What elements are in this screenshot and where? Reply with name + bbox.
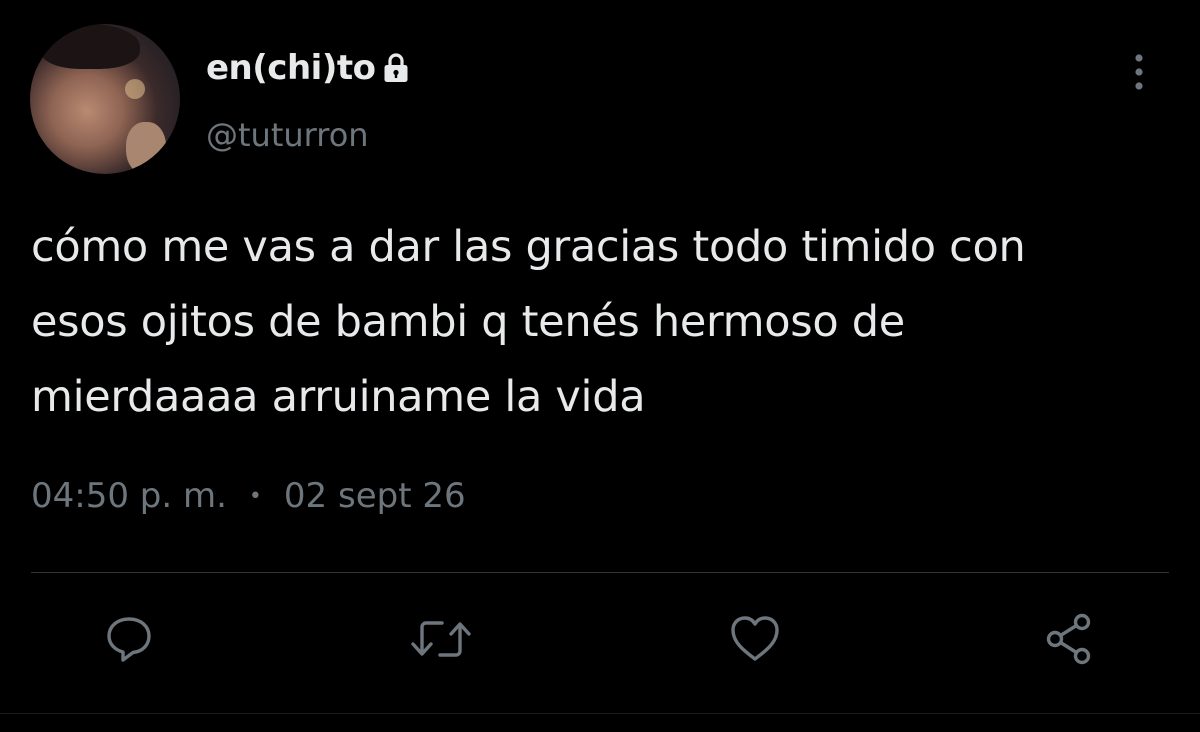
like-button[interactable]	[720, 606, 790, 676]
avatar-hair	[40, 24, 140, 69]
tweet-time[interactable]: 04:50 p. m.	[31, 476, 227, 516]
share-button[interactable]	[1034, 606, 1104, 676]
reply-button[interactable]	[94, 606, 164, 676]
bottom-divider	[0, 713, 1200, 714]
meta-separator: •	[248, 483, 262, 509]
tweet-card: en(chi)to @tuturron cómo me vas a dar la…	[0, 0, 1200, 732]
avatar-light	[125, 79, 145, 99]
divider	[31, 572, 1169, 573]
action-bar	[0, 606, 1200, 676]
avatar[interactable]	[30, 24, 180, 174]
tweet-text: cómo me vas a dar las gracias todo timid…	[31, 210, 1171, 435]
more-vertical-icon[interactable]	[1132, 52, 1146, 92]
display-name[interactable]: en(chi)to	[206, 48, 376, 88]
heart-icon	[727, 613, 783, 669]
tweet-date[interactable]: 02 sept 26	[284, 476, 466, 516]
user-handle[interactable]: @tuturron	[206, 116, 369, 154]
lock-icon	[383, 52, 409, 84]
retweet-button[interactable]	[406, 606, 476, 676]
share-icon	[1041, 611, 1097, 671]
name-row: en(chi)to	[206, 46, 409, 90]
reply-icon	[103, 613, 155, 669]
retweet-icon	[410, 613, 472, 669]
tweet-text-line: mierdaaaa arruiname la vida	[31, 372, 646, 422]
tweet-text-line: esos ojitos de bambi q tenés hermoso de	[31, 297, 905, 347]
tweet-meta: 04:50 p. m. • 02 sept 26	[31, 476, 466, 516]
tweet-text-line: cómo me vas a dar las gracias todo timid…	[31, 222, 1026, 272]
avatar-second-face	[126, 122, 166, 174]
